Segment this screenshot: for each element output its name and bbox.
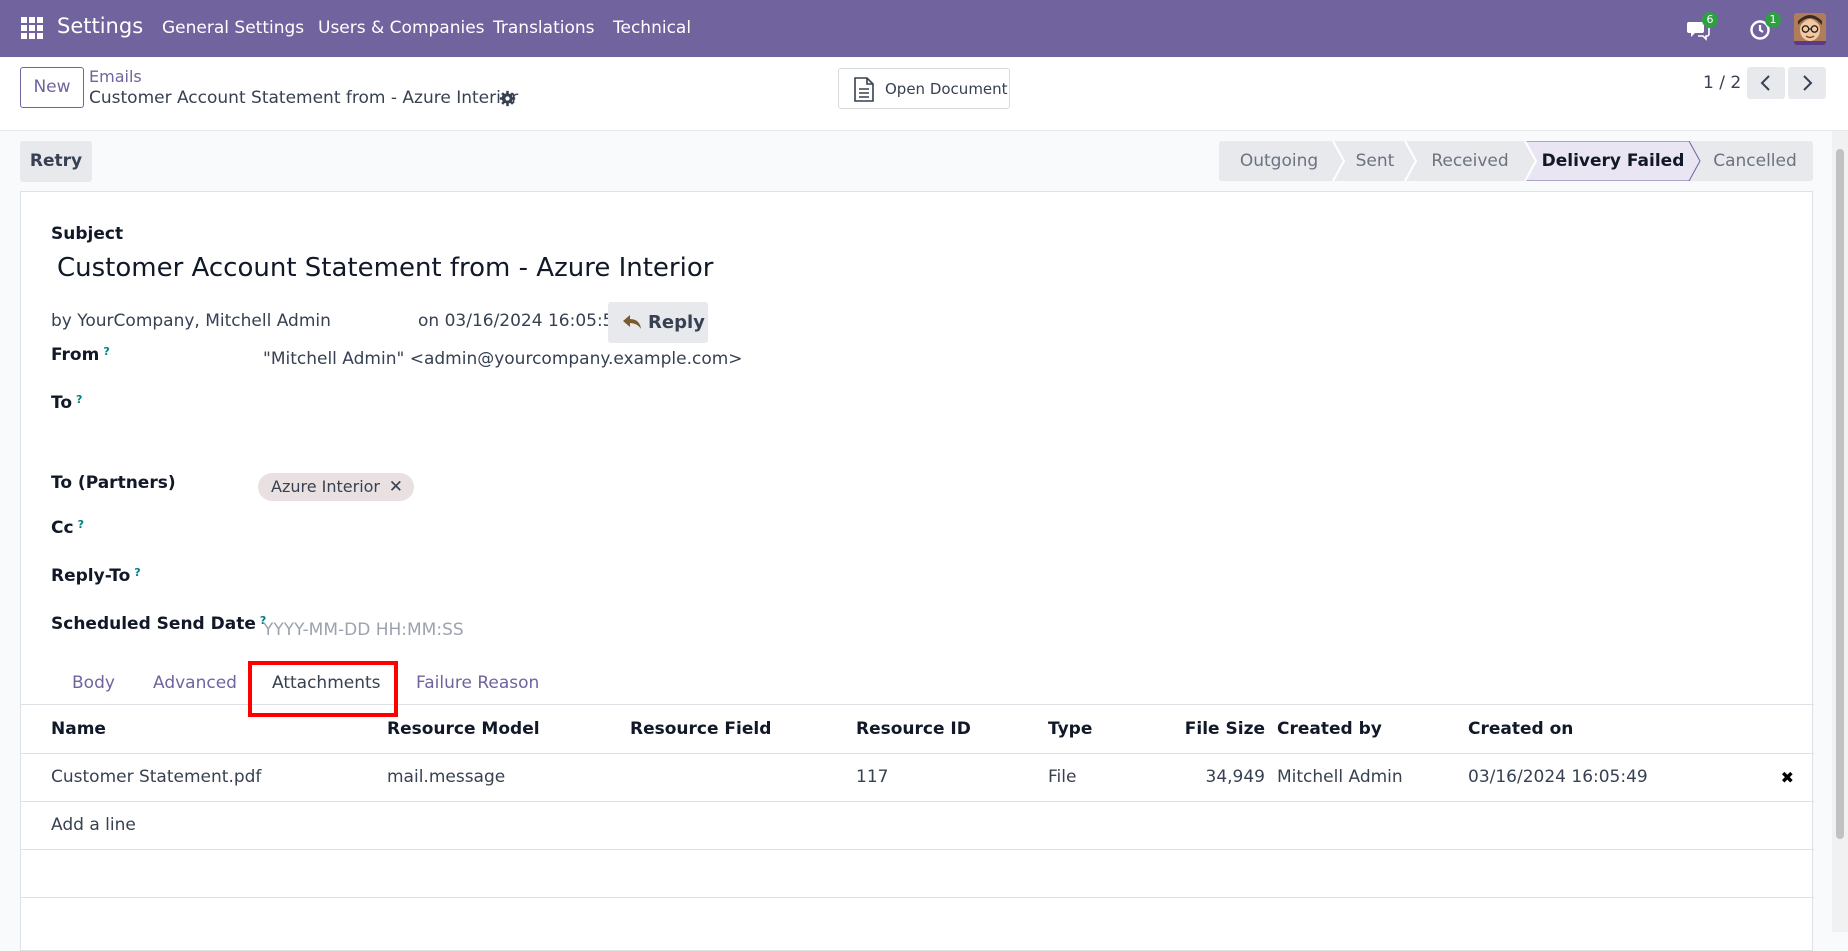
empty-row xyxy=(21,849,1814,898)
cell-resource-id[interactable]: 117 xyxy=(856,753,1048,802)
reply-arrow-icon xyxy=(623,315,641,329)
scheduled-date-input[interactable]: YYYY-MM-DD HH:MM:SS xyxy=(263,620,464,640)
author-info: by YourCompany, Mitchell Admin xyxy=(51,311,331,331)
cell-type[interactable]: File xyxy=(1048,753,1148,802)
help-icon[interactable]: ? xyxy=(78,518,84,531)
table-header-row: Name Resource Model Resource Field Resou… xyxy=(21,705,1814,754)
breadcrumb-current: Customer Account Statement from - Azure … xyxy=(89,88,519,108)
pager-next-button[interactable] xyxy=(1788,67,1826,99)
scrollbar-thumb[interactable] xyxy=(1836,149,1844,839)
column-header-created-by[interactable]: Created by xyxy=(1265,705,1468,754)
to-label-text: To xyxy=(51,393,73,413)
control-panel: New Emails Customer Account Statement fr… xyxy=(0,57,1848,131)
open-document-label: Open Document xyxy=(885,80,1008,98)
column-header-created-on[interactable]: Created on xyxy=(1468,705,1714,754)
apps-grid-icon[interactable] xyxy=(21,17,43,39)
status-received[interactable]: Received xyxy=(1411,141,1529,181)
page-scrollbar[interactable] xyxy=(1832,131,1848,932)
retry-button[interactable]: Retry xyxy=(20,141,92,182)
header-actions xyxy=(1714,705,1814,754)
to-label: To? xyxy=(51,393,82,413)
reply-button[interactable]: Reply xyxy=(608,302,708,343)
partner-tag-label: Azure Interior xyxy=(271,477,381,496)
new-button[interactable]: New xyxy=(20,67,84,108)
help-icon[interactable]: ? xyxy=(103,345,109,358)
pager-value[interactable]: 1 / 2 xyxy=(1703,73,1741,93)
cell-resource-field[interactable] xyxy=(630,753,856,802)
clock-icon[interactable]: 1 xyxy=(1749,12,1781,44)
status-cancelled[interactable]: Cancelled xyxy=(1697,141,1813,181)
partner-tag[interactable]: Azure Interior ✕ xyxy=(258,473,415,501)
tab-body[interactable]: Body xyxy=(72,673,115,693)
chat-icon[interactable]: 6 xyxy=(1686,12,1718,44)
column-header-file-size[interactable]: File Size xyxy=(1148,705,1265,754)
column-header-resource-model[interactable]: Resource Model xyxy=(387,705,630,754)
open-document-button[interactable]: Open Document xyxy=(838,68,1010,109)
tab-advanced[interactable]: Advanced xyxy=(153,673,237,693)
form-sheet: Subject Customer Account Statement from … xyxy=(20,191,1814,951)
column-header-type[interactable]: Type xyxy=(1048,705,1148,754)
cc-label: Cc? xyxy=(51,518,84,538)
breadcrumb-emails-link[interactable]: Emails xyxy=(89,67,142,86)
help-icon[interactable]: ? xyxy=(76,393,82,406)
from-label: From? xyxy=(51,345,110,365)
notebook-tabs: Body Advanced Attachments Failure Reason xyxy=(21,663,1814,705)
help-icon[interactable]: ? xyxy=(134,566,140,579)
scheduled-date-label-text: Scheduled Send Date xyxy=(51,614,256,634)
cell-resource-model[interactable]: mail.message xyxy=(387,753,630,802)
gear-icon[interactable] xyxy=(499,90,516,107)
column-header-resource-field[interactable]: Resource Field xyxy=(630,705,856,754)
tab-failure-reason[interactable]: Failure Reason xyxy=(416,673,539,693)
add-line-link[interactable]: Add a line xyxy=(51,801,1814,850)
table-row[interactable]: Customer Statement.pdf mail.message 117 … xyxy=(21,753,1814,802)
attachments-table: Name Resource Model Resource Field Resou… xyxy=(21,705,1814,898)
cell-created-by[interactable]: Mitchell Admin xyxy=(1265,753,1468,802)
empty-cell xyxy=(21,849,1814,898)
status-outgoing[interactable]: Outgoing xyxy=(1219,141,1339,181)
column-header-name[interactable]: Name xyxy=(51,705,387,754)
top-navbar: Settings General Settings Users & Compan… xyxy=(0,0,1848,57)
menu-technical[interactable]: Technical xyxy=(613,18,691,38)
tab-attachments[interactable]: Attachments xyxy=(272,673,381,693)
cell-file-size[interactable]: 34,949 xyxy=(1148,753,1265,802)
menu-general-settings[interactable]: General Settings xyxy=(162,18,304,38)
reply-to-label-text: Reply-To xyxy=(51,566,131,586)
column-header-resource-id[interactable]: Resource ID xyxy=(856,705,1048,754)
add-line-row: Add a line xyxy=(21,801,1814,850)
activities-count-badge: 1 xyxy=(1765,12,1781,28)
from-label-text: From xyxy=(51,345,100,365)
document-icon xyxy=(854,77,874,102)
menu-users-companies[interactable]: Users & Companies xyxy=(318,18,485,38)
app-name[interactable]: Settings xyxy=(57,14,143,38)
menu-translations[interactable]: Translations xyxy=(493,18,595,38)
cell-created-on[interactable]: 03/16/2024 16:05:49 xyxy=(1468,753,1714,802)
status-sent[interactable]: Sent xyxy=(1339,141,1411,181)
row-spacer xyxy=(21,753,51,802)
row-spacer xyxy=(21,801,51,850)
date-info: on 03/16/2024 16:05:51 xyxy=(418,311,625,331)
chevron-right-icon xyxy=(1803,75,1813,91)
reply-label: Reply xyxy=(648,312,705,333)
messages-count-badge: 6 xyxy=(1702,12,1718,28)
cell-name[interactable]: Customer Statement.pdf xyxy=(51,753,387,802)
chevron-left-icon xyxy=(1760,75,1770,91)
subject-field[interactable]: Customer Account Statement from - Azure … xyxy=(57,253,713,283)
subject-label: Subject xyxy=(51,224,124,244)
scheduled-date-label: Scheduled Send Date? xyxy=(51,614,266,634)
delete-row-icon[interactable]: ✖ xyxy=(1714,753,1814,802)
close-icon[interactable]: ✕ xyxy=(389,473,403,501)
to-partners-label: To (Partners) xyxy=(51,473,176,493)
status-delivery-failed[interactable]: Delivery Failed xyxy=(1530,141,1696,181)
from-value[interactable]: "Mitchell Admin" <admin@yourcompany.exam… xyxy=(263,349,743,369)
pager-previous-button[interactable] xyxy=(1747,67,1785,99)
reply-to-label: Reply-To? xyxy=(51,566,141,586)
cc-label-text: Cc xyxy=(51,518,74,538)
header-spacer xyxy=(21,705,51,754)
user-avatar[interactable] xyxy=(1794,13,1826,45)
statusbar: Outgoing Sent Received Delivery Failed C… xyxy=(1219,141,1813,181)
